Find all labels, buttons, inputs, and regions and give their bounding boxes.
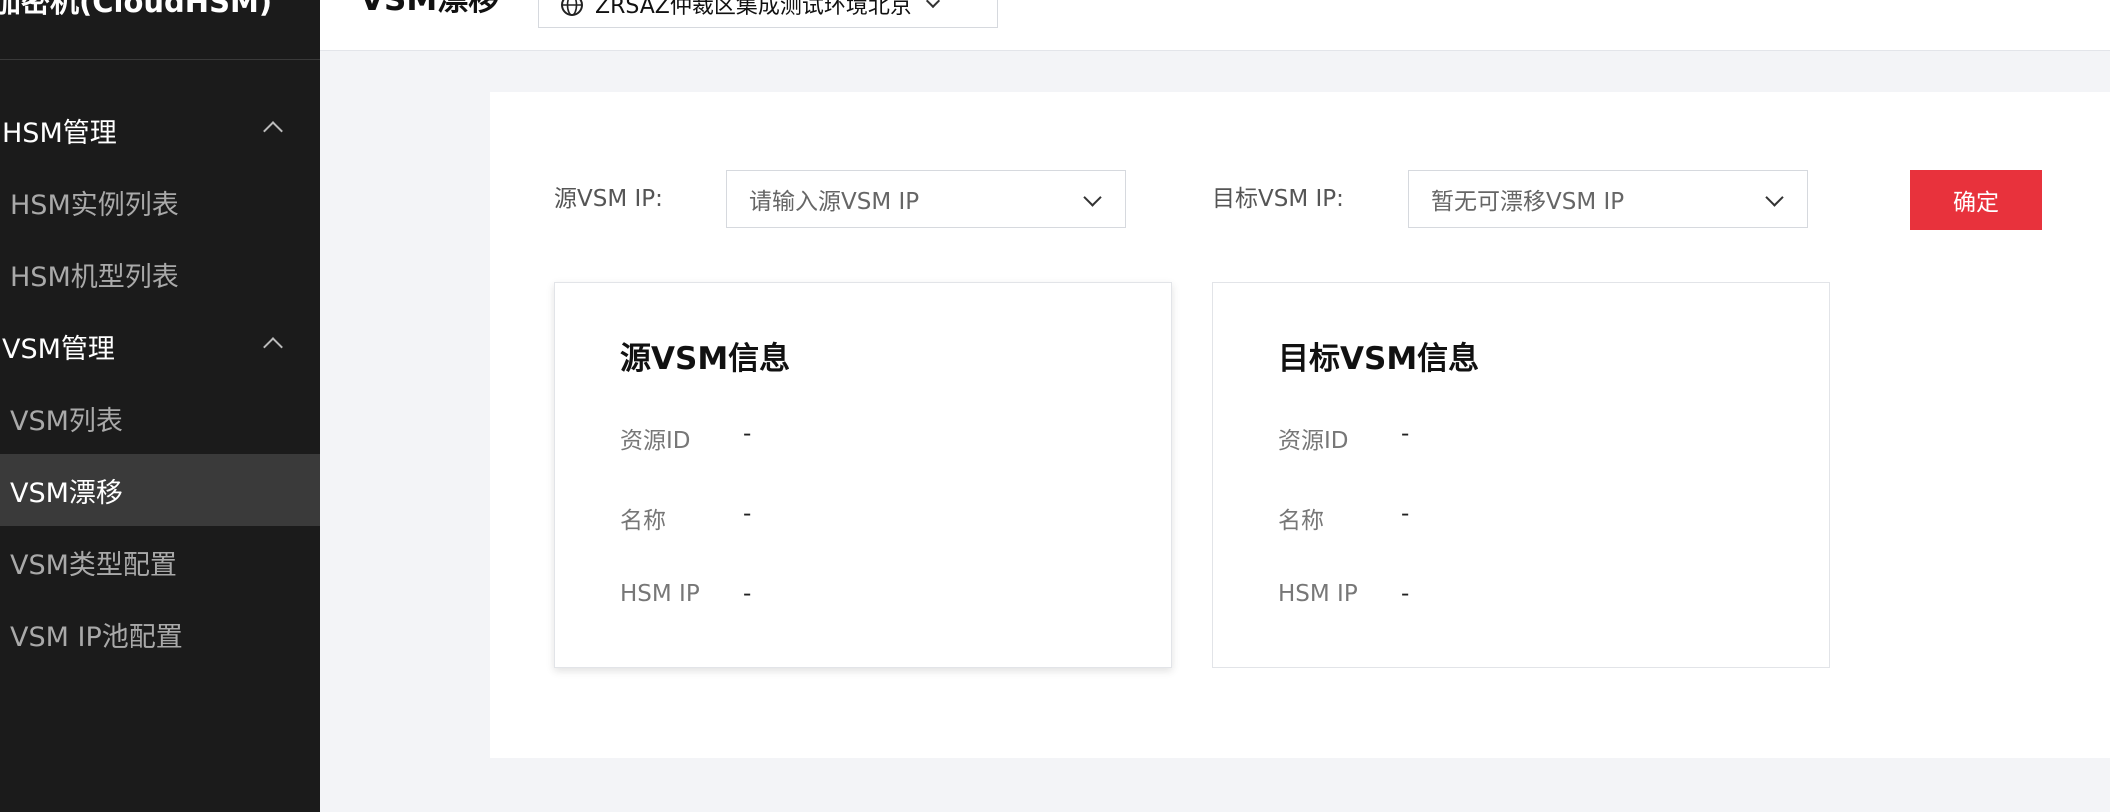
name-label: 名称	[620, 508, 666, 534]
hsm-ip-value: -	[743, 581, 752, 607]
resource-id-label: 资源ID	[620, 428, 691, 454]
globe-icon	[561, 0, 583, 16]
nav-group-label: HSM管理	[2, 117, 117, 149]
nav-group-vsm-management[interactable]: VSM管理	[0, 310, 320, 382]
source-vsm-ip-select[interactable]: 请输入源VSM IP	[726, 170, 1126, 228]
nav-group-label: VSM管理	[2, 333, 115, 365]
source-vsm-ip-placeholder: 请输入源VSM IP	[749, 189, 920, 215]
chevron-up-icon	[263, 337, 283, 357]
target-vsm-ip-placeholder: 暂无可漂移VSM IP	[1431, 189, 1625, 215]
sidebar-item-label: HSM机型列表	[10, 261, 179, 293]
hsm-ip-label: HSM IP	[1278, 581, 1358, 607]
sidebar-item-vsm-migration[interactable]: VSM漂移	[0, 454, 320, 526]
page-title: VSM漂移	[360, 0, 500, 18]
region-selector[interactable]: ZRSAZ仲裁区集成测试环境北京	[538, 0, 998, 28]
sidebar-item-label: VSM类型配置	[10, 549, 177, 581]
chevron-down-icon	[1765, 188, 1784, 207]
hsm-ip-value: -	[1401, 581, 1410, 607]
region-label: ZRSAZ仲裁区集成测试环境北京	[595, 0, 912, 19]
sidebar-item-label: VSM漂移	[10, 477, 123, 509]
sidebar-item-hsm-instances[interactable]: HSM实例列表	[0, 166, 320, 238]
hsm-ip-label: HSM IP	[620, 581, 700, 607]
top-header: VSM漂移 ZRSAZ仲裁区集成测试环境北京	[320, 0, 2110, 51]
card-title: 目标VSM信息	[1278, 341, 1480, 377]
target-vsm-ip-label: 目标VSM IP:	[1212, 186, 1344, 212]
target-vsm-info-card: 目标VSM信息 资源ID - 名称 - HSM IP -	[1212, 282, 1830, 668]
chevron-down-icon	[1083, 188, 1102, 207]
sidebar-item-hsm-models[interactable]: HSM机型列表	[0, 238, 320, 310]
nav-group-hsm-management[interactable]: HSM管理	[0, 94, 320, 166]
sidebar: 加密机(CloudHSM) HSM管理 HSM实例列表 HSM机型列表 VSM管…	[0, 0, 320, 812]
sidebar-item-vsm-type-config[interactable]: VSM类型配置	[0, 526, 320, 598]
sidebar-item-vsm-list[interactable]: VSM列表	[0, 382, 320, 454]
source-vsm-info-card: 源VSM信息 资源ID - 名称 - HSM IP -	[554, 282, 1172, 668]
name-value: -	[1401, 501, 1410, 527]
name-value: -	[743, 501, 752, 527]
resource-id-value: -	[743, 421, 752, 447]
card-title: 源VSM信息	[620, 341, 791, 377]
resource-id-value: -	[1401, 421, 1410, 447]
name-label: 名称	[1278, 508, 1324, 534]
sidebar-item-label: HSM实例列表	[10, 189, 179, 221]
product-title: 加密机(CloudHSM)	[0, 0, 320, 60]
resource-id-label: 资源ID	[1278, 428, 1349, 454]
source-vsm-ip-label: 源VSM IP:	[554, 186, 663, 212]
sidebar-item-label: VSM IP池配置	[10, 621, 183, 653]
chevron-down-icon	[925, 0, 940, 8]
sidebar-item-label: VSM列表	[10, 405, 123, 437]
confirm-button[interactable]: 确定	[1910, 170, 2042, 230]
sidebar-item-vsm-ip-pool-config[interactable]: VSM IP池配置	[0, 598, 320, 670]
vsm-migration-panel: 源VSM IP: 请输入源VSM IP 目标VSM IP: 暂无可漂移VSM I…	[490, 92, 2110, 758]
chevron-up-icon	[263, 121, 283, 141]
target-vsm-ip-select[interactable]: 暂无可漂移VSM IP	[1408, 170, 1808, 228]
